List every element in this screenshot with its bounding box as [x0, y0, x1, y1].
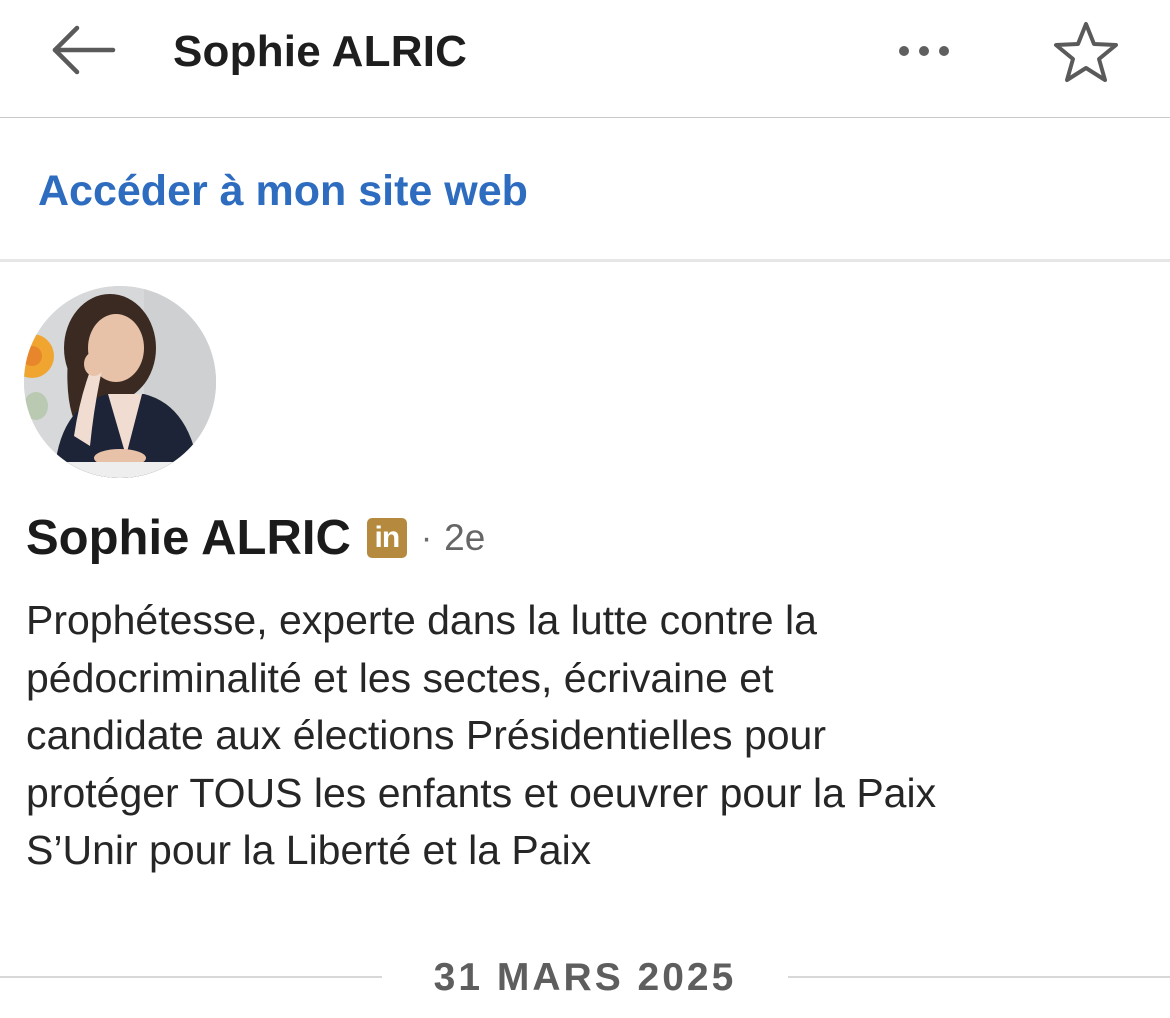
favorite-button[interactable]: [1046, 18, 1126, 90]
divider: [0, 976, 382, 978]
date-separator: 31 MARS 2025: [0, 946, 1170, 1006]
connection-degree: 2e: [444, 517, 486, 558]
headline-line: pédocriminalité et les sectes, écrivaine…: [26, 654, 774, 701]
separator-dot: ·: [420, 519, 433, 557]
date-label: 31 MARS 2025: [433, 956, 737, 999]
more-options-button[interactable]: [886, 26, 962, 76]
headline-line: protéger TOUS les enfants et oeuvrer pou…: [26, 769, 937, 816]
top-bar: Sophie ALRIC: [0, 0, 1170, 118]
arrow-left-icon: [51, 24, 117, 81]
website-section: Accéder à mon site web: [0, 118, 1170, 262]
headline-line: candidate aux élections Présidentielles …: [26, 712, 827, 758]
profile-name[interactable]: Sophie ALRIC: [26, 508, 351, 568]
more-horizontal-icon: [894, 46, 954, 56]
profile-name-row: Sophie ALRIC in · 2e: [26, 506, 485, 570]
avatar[interactable]: [24, 286, 216, 478]
back-button[interactable]: [44, 20, 124, 84]
star-outline-icon: [1052, 20, 1120, 89]
headline-line: Prophétesse, experte dans la lutte contr…: [26, 597, 817, 643]
website-link[interactable]: Accéder à mon site web: [38, 164, 528, 218]
profile-photo: [24, 286, 216, 478]
divider: [788, 976, 1170, 978]
profile-headline: Prophétesse, experte dans la lutte contr…: [26, 592, 1136, 880]
page-title: Sophie ALRIC: [173, 27, 468, 76]
linkedin-premium-badge-icon: in: [366, 518, 407, 558]
headline-line: S’Unir pour la Liberté et la Paix: [26, 827, 592, 873]
